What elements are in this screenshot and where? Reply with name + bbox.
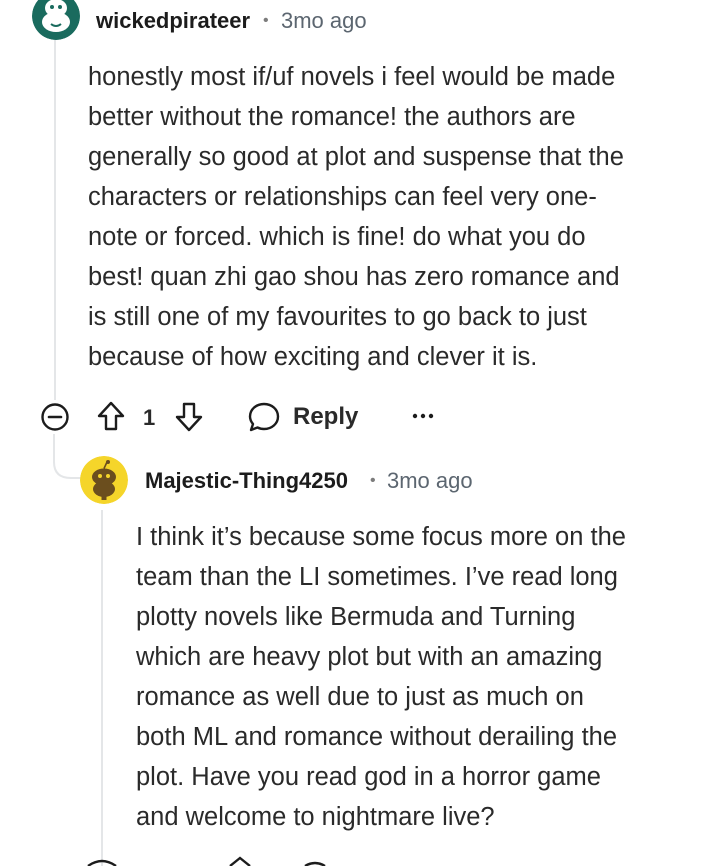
- upvote-button[interactable]: [94, 399, 128, 433]
- reply-body-line: team than the LI sometimes. I’ve read lo…: [136, 563, 618, 591]
- vote-count: 1: [143, 405, 156, 430]
- speech-bubble-icon: [248, 402, 280, 432]
- thread-line-reply[interactable]: [101, 510, 103, 866]
- more-options-button[interactable]: [406, 402, 440, 430]
- reply-body-line: plotty novels like Bermuda and Turning: [136, 603, 576, 631]
- comment-body-line: better without the romance! the authors …: [88, 103, 576, 131]
- meta-separator: •: [370, 472, 376, 489]
- collapse-button[interactable]: [39, 401, 71, 433]
- avatar[interactable]: [32, 0, 80, 40]
- comment-body: honestly most if/uf novels i feel would …: [88, 57, 708, 377]
- comment-username[interactable]: wickedpirateer: [96, 8, 250, 34]
- reply-body-line: and welcome to nightmare live?: [136, 803, 495, 831]
- comment-body-line: honestly most if/uf novels i feel would …: [88, 63, 616, 91]
- reply-label[interactable]: Reply: [293, 403, 358, 431]
- upvote-arrow-icon: [97, 401, 125, 431]
- comment-body-line: note or forced. which is fine! do what y…: [88, 223, 586, 251]
- reply-body-line: which are heavy plot but with an amazing: [136, 643, 603, 671]
- snoo-avatar-icon: [80, 456, 128, 504]
- comment-body-line: best! quan zhi gao shou has zero romance…: [88, 263, 620, 291]
- reply-body-line: romance as well due to just as much on: [136, 683, 584, 711]
- reply-body-line: I think it’s because some focus more on …: [136, 523, 626, 551]
- comment-body-line: characters or relationships can feel ver…: [88, 183, 597, 211]
- reply-body-line: both ML and romance without derailing th…: [136, 723, 618, 751]
- more-dots-icon: [412, 413, 434, 419]
- reply-username[interactable]: Majestic-Thing4250: [145, 468, 348, 494]
- downvote-button[interactable]: [172, 400, 206, 434]
- comment-body-line: is still one of my favourites to go back…: [88, 303, 587, 331]
- avatar[interactable]: [80, 456, 128, 504]
- thread-line-main[interactable]: [54, 0, 56, 400]
- reply-button[interactable]: [246, 399, 282, 435]
- meta-separator: •: [263, 12, 269, 29]
- reply-action-bar-partial: [87, 856, 326, 866]
- collapse-minus-icon: [41, 403, 69, 431]
- comment-body-line: because of how exciting and clever it is…: [88, 343, 538, 371]
- snoo-avatar-icon: [32, 0, 80, 40]
- downvote-arrow-icon: [175, 402, 203, 432]
- comment-timestamp[interactable]: 3mo ago: [281, 8, 367, 34]
- reply-timestamp[interactable]: 3mo ago: [387, 468, 473, 494]
- comment-body-line: generally so good at plot and suspense t…: [88, 143, 624, 171]
- thread-connector: [53, 434, 81, 479]
- reply-body: I think it’s because some focus more on …: [136, 517, 716, 837]
- reply-body-line: plot. Have you read god in a horror game: [136, 763, 601, 791]
